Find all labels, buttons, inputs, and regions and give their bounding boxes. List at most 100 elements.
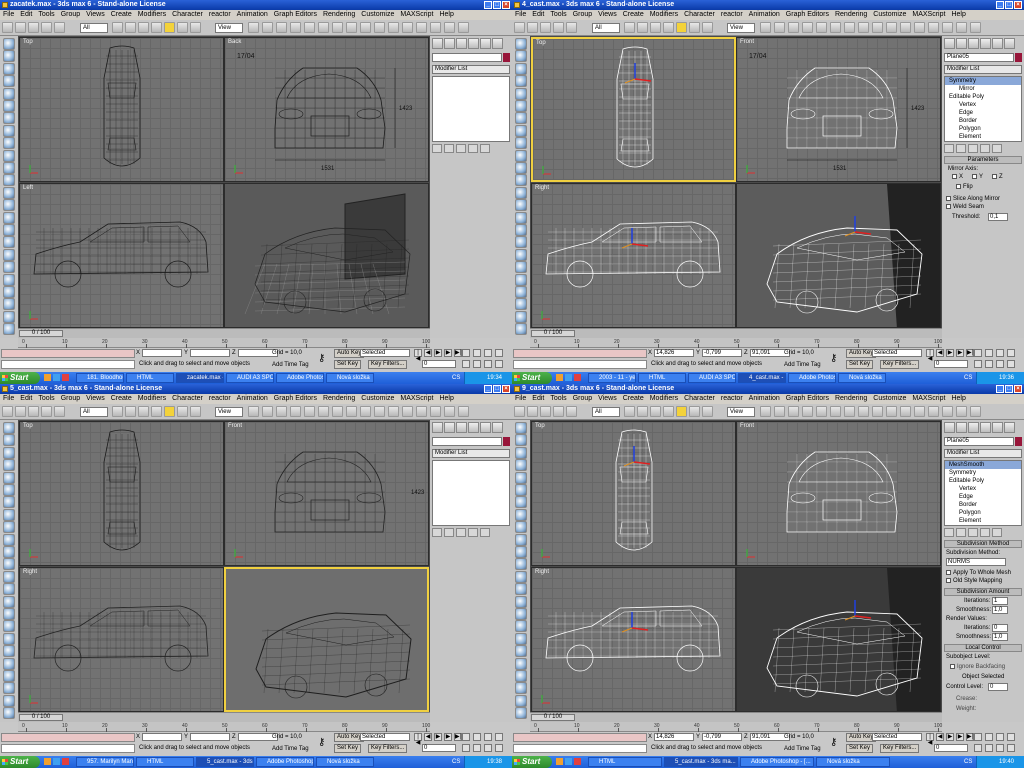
make-unique-button[interactable] xyxy=(456,528,466,537)
show-end-result-button[interactable] xyxy=(956,144,966,153)
menu-group[interactable]: Group xyxy=(58,10,83,20)
menu-views[interactable]: Views xyxy=(83,10,108,20)
reactor-tool-icon[interactable] xyxy=(3,100,15,112)
menu-graph-editors[interactable]: Graph Editors xyxy=(271,394,320,404)
coord-y-field[interactable] xyxy=(190,733,230,741)
taskbar-button[interactable]: Adobe Photoshop - [... xyxy=(256,757,314,767)
bind-spacewarp-button[interactable] xyxy=(54,22,65,33)
maxscript-listener-mini[interactable] xyxy=(1,349,135,358)
snaps-button[interactable] xyxy=(276,22,287,33)
align-button[interactable] xyxy=(872,22,883,33)
pivot-button[interactable] xyxy=(248,406,259,417)
taskbar-button[interactable]: 957. Marilyn Manson... xyxy=(76,757,134,767)
modifier-list-dropdown[interactable]: Modifier List xyxy=(432,65,510,74)
spinner-snap-button[interactable] xyxy=(830,22,841,33)
viewport-right[interactable]: Right xyxy=(531,567,736,712)
close-button[interactable]: × xyxy=(1014,1,1022,9)
redo-button[interactable] xyxy=(527,22,538,33)
reactor-tool-icon[interactable] xyxy=(515,87,527,100)
select-scale-button[interactable] xyxy=(190,406,201,417)
render-iterations-spinner[interactable]: 0 xyxy=(992,624,1008,632)
schematic-button[interactable] xyxy=(402,22,413,33)
menu-animation[interactable]: Animation xyxy=(746,394,783,404)
reactor-tool-icon[interactable] xyxy=(3,521,15,534)
configure-sets-button[interactable] xyxy=(992,528,1002,537)
menu-animation[interactable]: Animation xyxy=(234,10,271,20)
render-scene-button[interactable] xyxy=(942,22,953,33)
maximize-viewport-button[interactable] xyxy=(1007,360,1015,368)
reactor-tool-icon[interactable] xyxy=(515,50,527,63)
menu-create[interactable]: Create xyxy=(108,10,135,20)
reactor-tool-icon[interactable] xyxy=(515,434,527,447)
arc-rotate-button[interactable] xyxy=(996,360,1004,368)
reactor-tool-icon[interactable] xyxy=(3,446,15,459)
smoothness-spinner[interactable]: 1,0 xyxy=(992,606,1008,614)
subdivision-method-rollout[interactable]: Subdivision Method xyxy=(944,540,1022,548)
stack-item[interactable]: Border xyxy=(945,117,1021,125)
zoom-all-button[interactable] xyxy=(985,349,993,357)
taskbar-button[interactable]: Nová složka xyxy=(838,373,886,383)
object-name-field[interactable] xyxy=(432,437,502,446)
zoom-extents-all-button[interactable] xyxy=(1007,733,1015,741)
key-filters-button[interactable]: Key Filters... xyxy=(368,360,408,369)
taskbar-button[interactable]: 4_cast.max - 3ds... xyxy=(738,373,786,383)
reactor-tool-icon[interactable] xyxy=(3,583,15,596)
reactor-tool-icon[interactable] xyxy=(3,62,15,75)
tab-modify[interactable] xyxy=(956,422,967,433)
percent-snap-button[interactable] xyxy=(304,22,315,33)
field-of-view-button[interactable] xyxy=(974,744,982,752)
link-button[interactable] xyxy=(540,22,551,33)
previous-frame-button[interactable]: ◀ xyxy=(936,349,944,357)
reactor-tool-icon[interactable] xyxy=(3,694,15,707)
unlink-button[interactable] xyxy=(553,22,564,33)
select-move-button[interactable] xyxy=(164,22,175,33)
coord-y-field[interactable] xyxy=(190,349,230,357)
percent-snap-button[interactable] xyxy=(304,406,315,417)
quick-launch-icon[interactable] xyxy=(62,758,69,765)
local-control-rollout[interactable]: Local Control xyxy=(944,644,1022,652)
menu-rendering[interactable]: Rendering xyxy=(320,10,358,20)
select-move-button[interactable] xyxy=(676,406,687,417)
parameters-rollout[interactable]: Parameters xyxy=(944,156,1022,164)
manipulate-button[interactable] xyxy=(262,406,273,417)
quick-launch-icon[interactable] xyxy=(556,374,563,381)
time-slider[interactable]: 0 / 100 xyxy=(18,712,430,722)
viewport-perspective[interactable]: Perspective xyxy=(224,183,429,328)
selection-filter-dropdown[interactable]: All xyxy=(592,23,620,33)
zoom-extents-all-button[interactable] xyxy=(1007,349,1015,357)
taskbar-button[interactable]: HTML xyxy=(136,757,194,767)
menu-edit[interactable]: Edit xyxy=(529,10,547,20)
start-button[interactable]: Start xyxy=(0,372,40,384)
select-move-button[interactable] xyxy=(676,22,687,33)
select-button[interactable] xyxy=(112,22,123,33)
reactor-tool-icon[interactable] xyxy=(515,75,527,88)
remove-modifier-button[interactable] xyxy=(980,144,990,153)
viewport-front[interactable]: Front 1423 xyxy=(224,421,429,566)
tab-create[interactable] xyxy=(432,38,443,49)
go-to-end-button[interactable]: ▶| xyxy=(454,733,462,741)
mirror-button[interactable] xyxy=(346,406,357,417)
subdivision-amount-rollout[interactable]: Subdivision Amount xyxy=(944,588,1022,596)
menu-tools[interactable]: Tools xyxy=(547,10,569,20)
menu-edit[interactable]: Edit xyxy=(529,394,547,404)
viewport-right[interactable]: Right xyxy=(531,183,736,328)
viewport-front[interactable]: Front xyxy=(736,421,941,566)
pivot-button[interactable] xyxy=(760,22,771,33)
current-frame-field[interactable]: 0 xyxy=(934,360,968,368)
reactor-tool-icon[interactable] xyxy=(3,224,15,236)
stack-item[interactable]: Polygon xyxy=(945,509,1021,517)
minimize-button[interactable]: _ xyxy=(996,1,1004,9)
unlink-button[interactable] xyxy=(41,22,52,33)
reactor-tool-icon[interactable] xyxy=(515,496,527,509)
reactor-tool-icon[interactable] xyxy=(515,707,527,720)
select-by-name-button[interactable] xyxy=(125,406,136,417)
menu-modifiers[interactable]: Modifiers xyxy=(135,394,169,404)
reactor-tool-icon[interactable] xyxy=(3,323,15,336)
quick-render-button[interactable] xyxy=(444,22,455,33)
quick-render-button[interactable] xyxy=(956,406,967,417)
reactor-tool-icon[interactable] xyxy=(515,100,527,112)
menu-character[interactable]: Character xyxy=(169,394,206,404)
reactor-tool-icon[interactable] xyxy=(3,707,15,720)
menu-graph-editors[interactable]: Graph Editors xyxy=(271,10,320,20)
quick-render-button[interactable] xyxy=(956,22,967,33)
